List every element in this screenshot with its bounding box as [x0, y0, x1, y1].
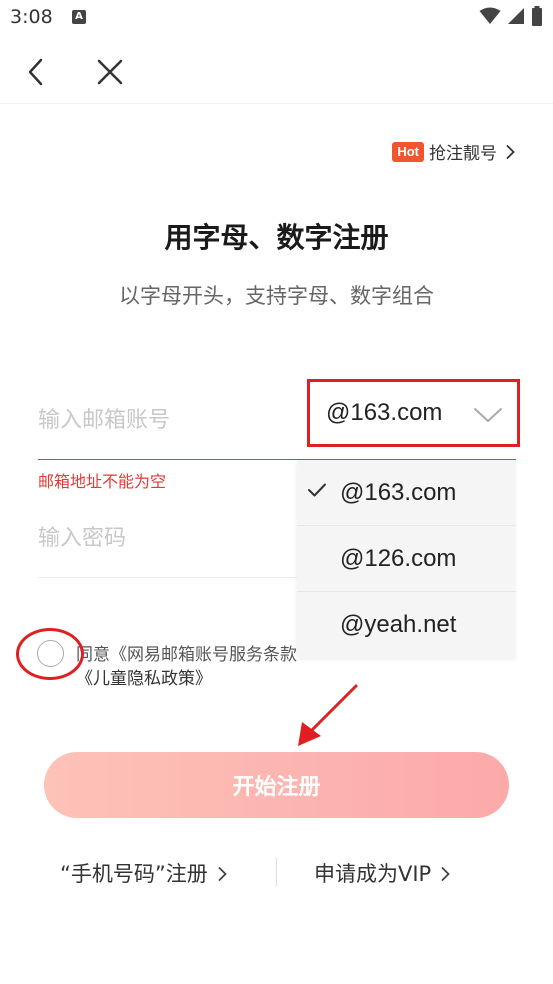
email-error-message: 邮箱地址不能为空: [38, 472, 167, 491]
back-button[interactable]: [14, 50, 58, 94]
page-subtitle: 以字母开头，支持字母、数字组合: [119, 284, 434, 308]
domain-selected-value: @163.com: [326, 399, 443, 426]
chevron-right-icon: [441, 867, 451, 881]
domain-option-label: @163.com: [340, 478, 457, 506]
close-button[interactable]: [88, 50, 132, 94]
chevron-right-icon: [218, 867, 227, 881]
domain-option[interactable]: @126.com: [297, 526, 516, 592]
annotation-arrow-icon: [298, 684, 358, 746]
hot-badge: Hot: [392, 141, 424, 162]
email-account-input[interactable]: [38, 400, 298, 440]
notification-icon: A: [72, 10, 86, 24]
check-icon: [308, 483, 326, 497]
nav-bar: [0, 38, 553, 104]
apply-vip-label: 申请成为VIP: [314, 862, 432, 886]
agreement-radio[interactable]: [37, 640, 64, 667]
hot-link-label: 抢注靓号: [429, 144, 497, 164]
status-time: 3:08: [10, 6, 53, 28]
divider: [276, 858, 277, 886]
signal-icon: [508, 8, 524, 24]
password-input[interactable]: [38, 518, 298, 558]
domain-option[interactable]: @yeah.net: [297, 592, 516, 658]
wifi-icon: [479, 7, 501, 24]
phone-register-link[interactable]: “手机号码”注册: [60, 858, 227, 888]
status-bar: 3:08 A: [0, 0, 553, 38]
hot-premium-link[interactable]: Hot 抢注靓号: [392, 139, 515, 164]
domain-option-label: @yeah.net: [340, 611, 457, 638]
domain-option-label: @126.com: [340, 544, 457, 572]
domain-dropdown: @163.com @126.com @yeah.net: [297, 460, 516, 658]
page-title: 用字母、数字注册: [164, 221, 389, 254]
child-privacy-link[interactable]: 《儿童隐私政策》: [76, 664, 212, 689]
domain-option[interactable]: @163.com: [297, 460, 516, 526]
phone-register-label: “手机号码”注册: [60, 862, 208, 886]
chevron-left-icon: [28, 58, 43, 86]
battery-icon: [532, 6, 542, 26]
apply-vip-link[interactable]: 申请成为VIP: [314, 858, 451, 888]
chevron-down-icon: [474, 408, 502, 422]
agreement-text[interactable]: 同意《网易邮箱账号服务条款》《隐私政策》: [76, 640, 297, 665]
domain-select[interactable]: @163.com: [307, 379, 520, 447]
close-icon: [97, 59, 123, 85]
register-button[interactable]: 开始注册: [44, 752, 509, 818]
chevron-right-icon: [506, 144, 515, 159]
